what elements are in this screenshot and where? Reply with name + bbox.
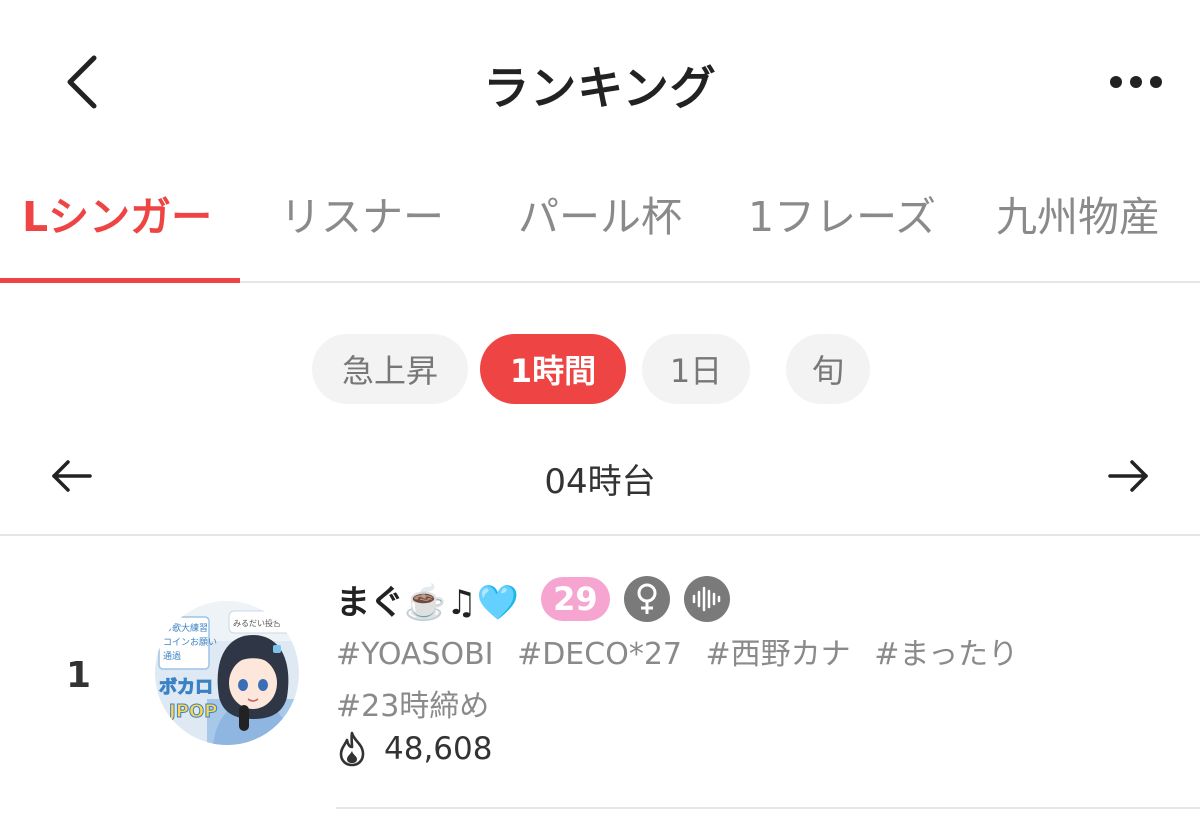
age-badge: 29 — [541, 577, 610, 621]
chip-one-day[interactable]: 1日 — [642, 334, 750, 404]
avatar-board-text-1: お歌大練習 — [163, 622, 208, 634]
active-tab-indicator — [0, 278, 240, 283]
tab-kyushu-products[interactable]: 九州物産 — [996, 183, 1160, 243]
tab-l-singer[interactable]: Lシンガー — [22, 183, 212, 243]
category-tabs: Lシンガー リスナー パール杯 1フレーズ 九州物産 — [0, 165, 1200, 283]
score-value: 48,608 — [384, 731, 493, 767]
tag[interactable]: #DECO*27 — [517, 637, 682, 672]
hour-navigation: 04時台 — [0, 440, 1200, 510]
avatar-image: お歌大練習 コインお願い 通過 みるだい投合歌ぞ ボカロ JPOP — [155, 601, 299, 745]
score-line: 48,608 — [336, 729, 492, 769]
rank-number: 1 — [66, 655, 92, 696]
page-title: ランキング — [483, 61, 717, 115]
avatar-text-line1: ボカロ — [159, 677, 213, 698]
more-button[interactable] — [1106, 64, 1166, 100]
avatar-board-text-2: コインお願い — [163, 637, 217, 648]
header-bar: ランキング — [0, 0, 1200, 160]
hour-label: 04時台 — [544, 462, 656, 502]
avatar-sign-text: みるだい投合歌ぞ — [233, 618, 297, 628]
user-name-line: まぐ☕️♫🩵 29 — [336, 575, 730, 623]
period-filter: 急上昇 1時間 1日 旬 — [0, 334, 1200, 404]
tab-listener[interactable]: リスナー — [280, 183, 444, 243]
row-divider — [336, 807, 1200, 809]
female-icon — [637, 583, 657, 614]
section-divider — [0, 534, 1200, 536]
audio-wave-icon — [692, 586, 720, 612]
avatar-text-line2: JPOP — [167, 701, 217, 722]
chip-season[interactable]: 旬 — [786, 334, 870, 404]
more-horizontal-icon — [1110, 76, 1162, 88]
ranking-row[interactable]: 1 お歌大練習 コインお願い 通過 みるだい投合歌ぞ ボカロ JPOP まぐ☕️… — [0, 537, 1200, 812]
tag-list: #YOASOBI #DECO*27 #西野カナ #まったり #23時締め — [336, 629, 1036, 733]
avatar[interactable]: お歌大練習 コインお願い 通過 みるだい投合歌ぞ ボカロ JPOP — [155, 601, 299, 745]
avatar-board-text-3: 通過 — [163, 651, 181, 662]
tag[interactable]: #西野カナ — [706, 637, 851, 672]
arrow-right-icon — [1108, 460, 1148, 492]
tab-pearl-cup[interactable]: パール杯 — [518, 183, 682, 243]
female-badge — [623, 576, 670, 622]
chip-one-hour[interactable]: 1時間 — [480, 334, 626, 404]
tab-one-phrase[interactable]: 1フレーズ — [748, 183, 936, 243]
tag[interactable]: #23時締め — [336, 689, 489, 724]
chip-trending[interactable]: 急上昇 — [312, 334, 468, 404]
voice-badge — [683, 576, 730, 622]
tag[interactable]: #YOASOBI — [336, 637, 494, 672]
next-hour-button[interactable] — [1104, 452, 1152, 500]
flame-icon — [339, 731, 365, 767]
user-name: まぐ☕️♫🩵 — [336, 582, 520, 623]
tag[interactable]: #まったり — [874, 637, 1018, 672]
